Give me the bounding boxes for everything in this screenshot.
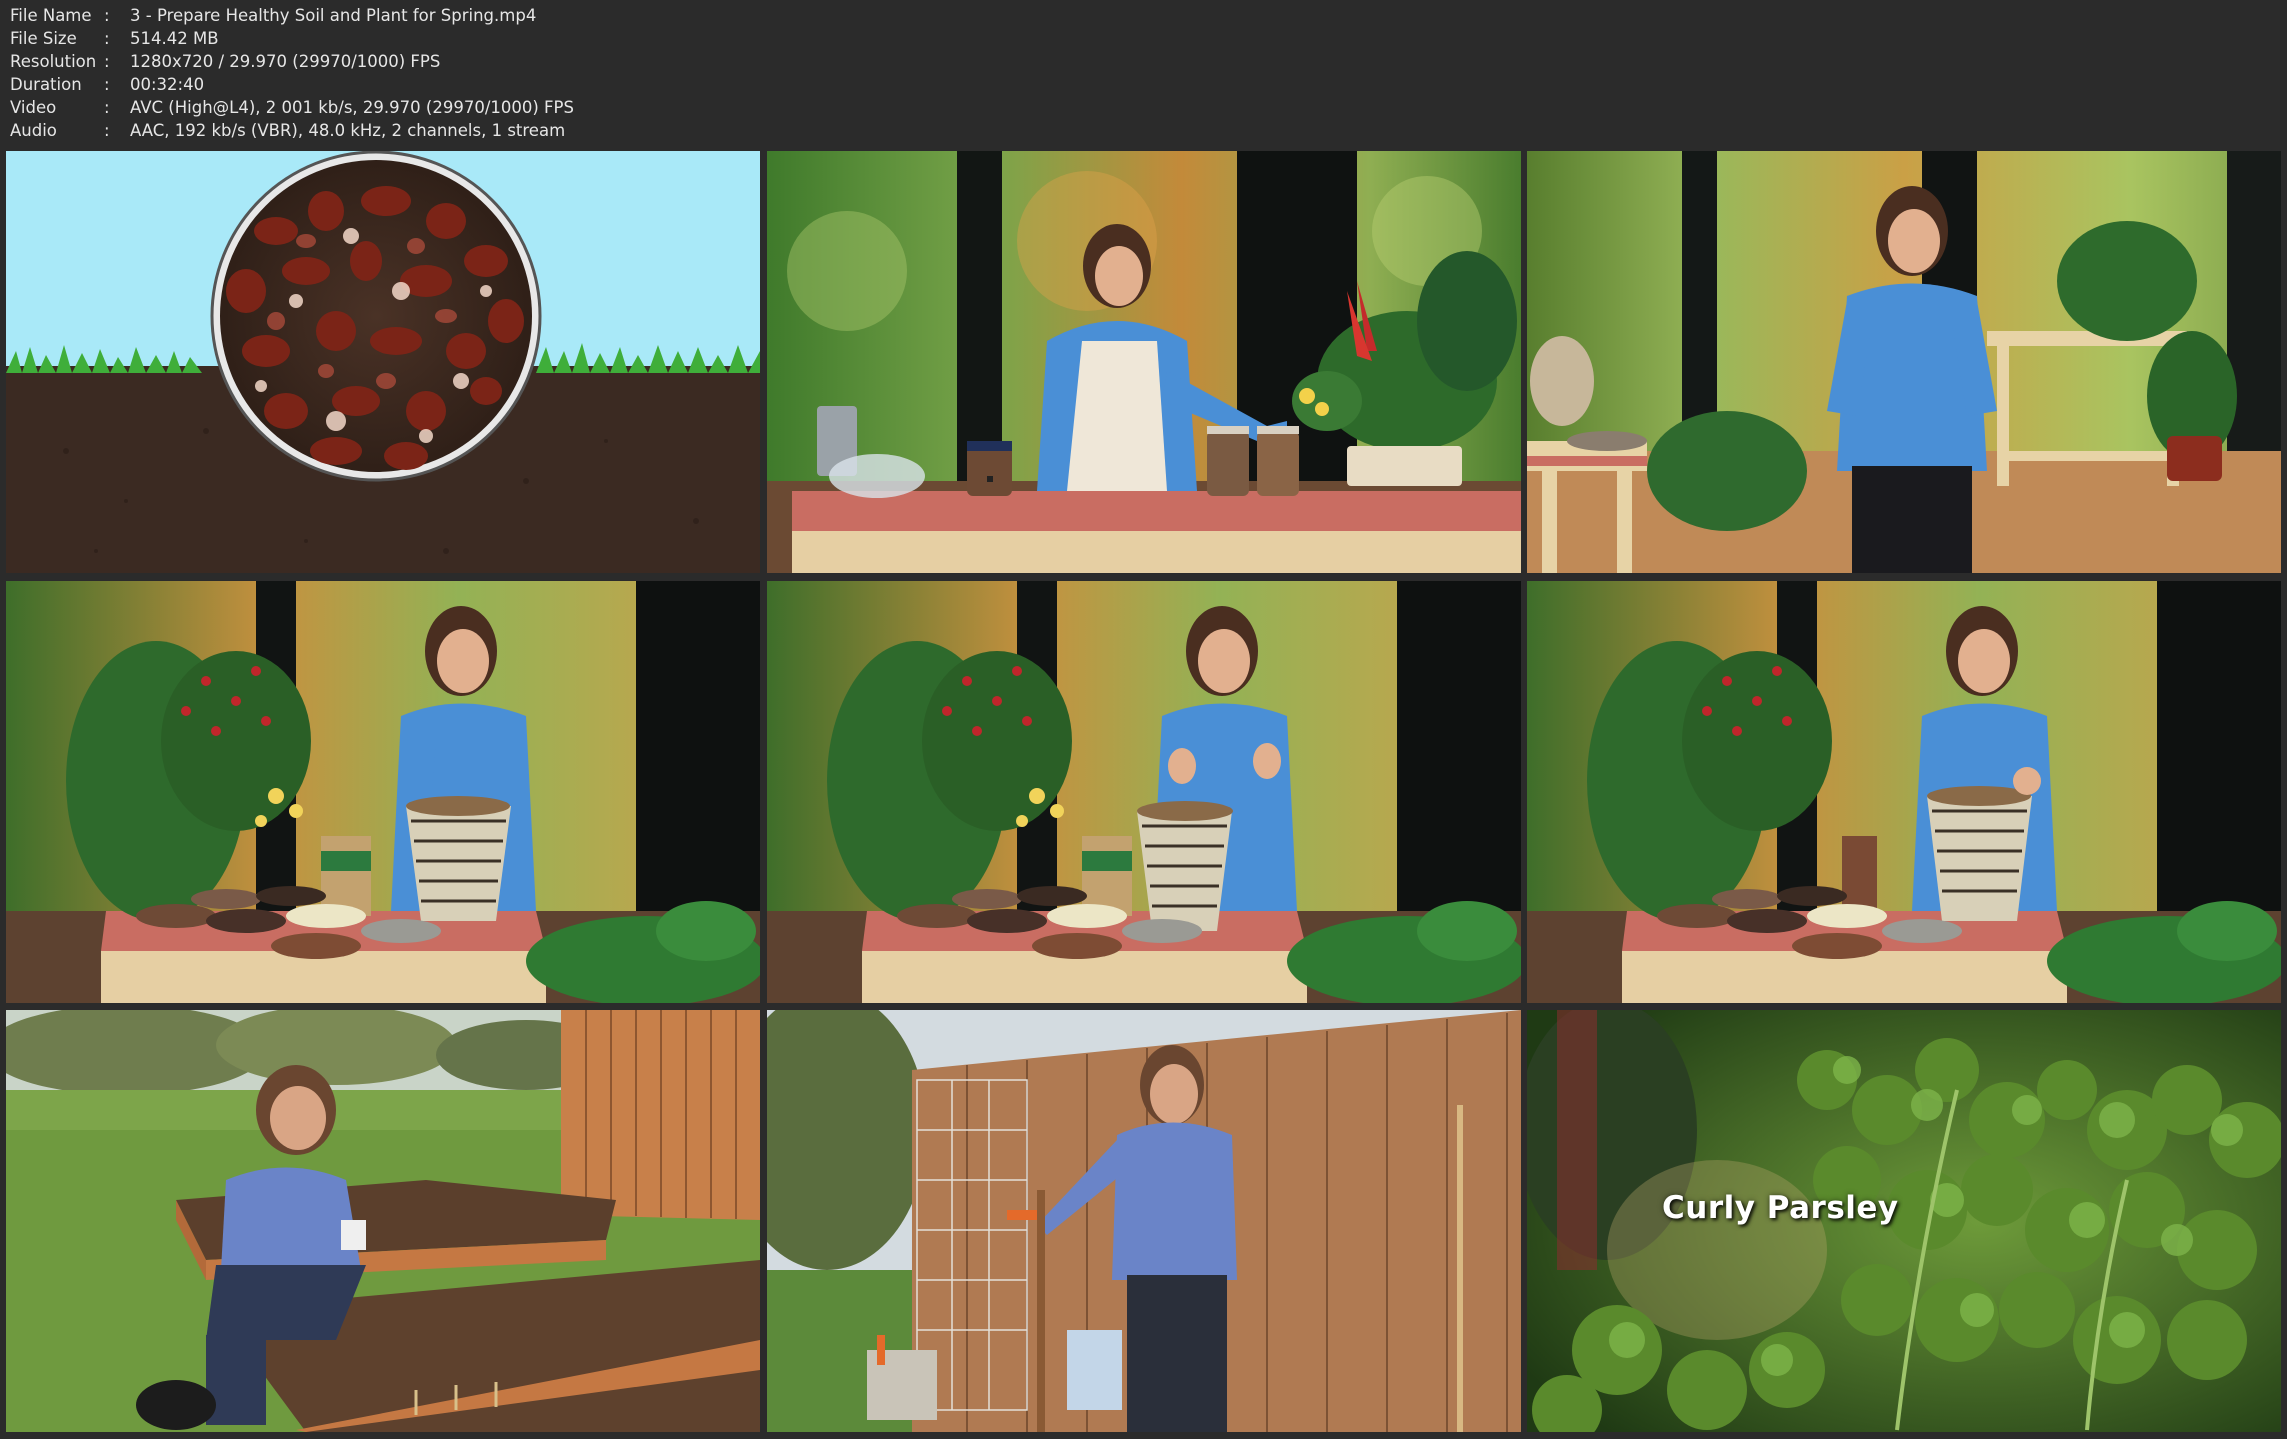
thumbnail-presenter-table-jars[interactable] — [766, 151, 1521, 573]
thumbnail-presenter-basket-3[interactable] — [1527, 580, 2281, 1003]
presenter-basket-image-3 — [1527, 580, 2281, 1003]
info-row-audio: Audio : AAC, 192 kb/s (VBR), 48.0 kHz, 2… — [10, 119, 574, 142]
thumbnail-presenter-standing[interactable] — [1527, 151, 2281, 573]
thumbnail-presenter-basket-2[interactable] — [766, 580, 1521, 1003]
presenter-table-jars-image — [766, 151, 1521, 573]
info-label: Audio — [10, 121, 57, 140]
fence-trellis-image — [766, 1010, 1521, 1432]
outdoor-raised-beds-image — [6, 1010, 760, 1432]
info-separator: : — [104, 98, 110, 117]
info-value: 00:32:40 — [130, 75, 205, 94]
info-row-video: Video : AVC (High@L4), 2 001 kb/s, 29.97… — [10, 96, 574, 119]
thumbnail-curly-parsley[interactable]: Curly Parsley — [1527, 1010, 2281, 1432]
thumbnail-grid: Curly Parsley — [6, 151, 2281, 1433]
info-row-file-size: File Size : 514.42 MB — [10, 27, 574, 50]
info-separator: : — [104, 6, 110, 25]
info-label: Video — [10, 98, 57, 117]
info-separator: : — [104, 121, 110, 140]
info-label: Duration — [10, 75, 82, 94]
info-label: Resolution — [10, 52, 97, 71]
info-separator: : — [104, 52, 110, 71]
video-caption: Curly Parsley — [1662, 1190, 1899, 1226]
info-separator: : — [104, 29, 110, 48]
info-value: 514.42 MB — [130, 29, 219, 48]
thumbnail-soil-animation[interactable] — [6, 151, 760, 573]
media-info-panel: File Name : 3 - Prepare Healthy Soil and… — [10, 4, 574, 142]
curly-parsley-image — [1527, 1010, 2281, 1432]
info-label: File Size — [10, 29, 77, 48]
info-row-duration: Duration : 00:32:40 — [10, 73, 574, 96]
info-label: File Name — [10, 6, 92, 25]
thumbnail-fence-trellis[interactable] — [766, 1010, 1521, 1432]
presenter-basket-image-1 — [6, 580, 760, 1003]
thumbnail-outdoor-raised-beds[interactable] — [6, 1010, 760, 1432]
info-row-resolution: Resolution : 1280x720 / 29.970 (29970/10… — [10, 50, 574, 73]
info-separator: : — [104, 75, 110, 94]
info-value: AAC, 192 kb/s (VBR), 48.0 kHz, 2 channel… — [130, 121, 566, 140]
info-row-file-name: File Name : 3 - Prepare Healthy Soil and… — [10, 4, 574, 27]
info-value: AVC (High@L4), 2 001 kb/s, 29.970 (29970… — [130, 98, 574, 117]
presenter-standing-image — [1527, 151, 2281, 573]
thumbnail-presenter-basket-1[interactable] — [6, 580, 760, 1003]
info-value: 1280x720 / 29.970 (29970/1000) FPS — [130, 52, 441, 71]
presenter-basket-image-2 — [766, 580, 1521, 1003]
info-value: 3 - Prepare Healthy Soil and Plant for S… — [130, 6, 537, 25]
soil-animation-image — [6, 151, 760, 573]
